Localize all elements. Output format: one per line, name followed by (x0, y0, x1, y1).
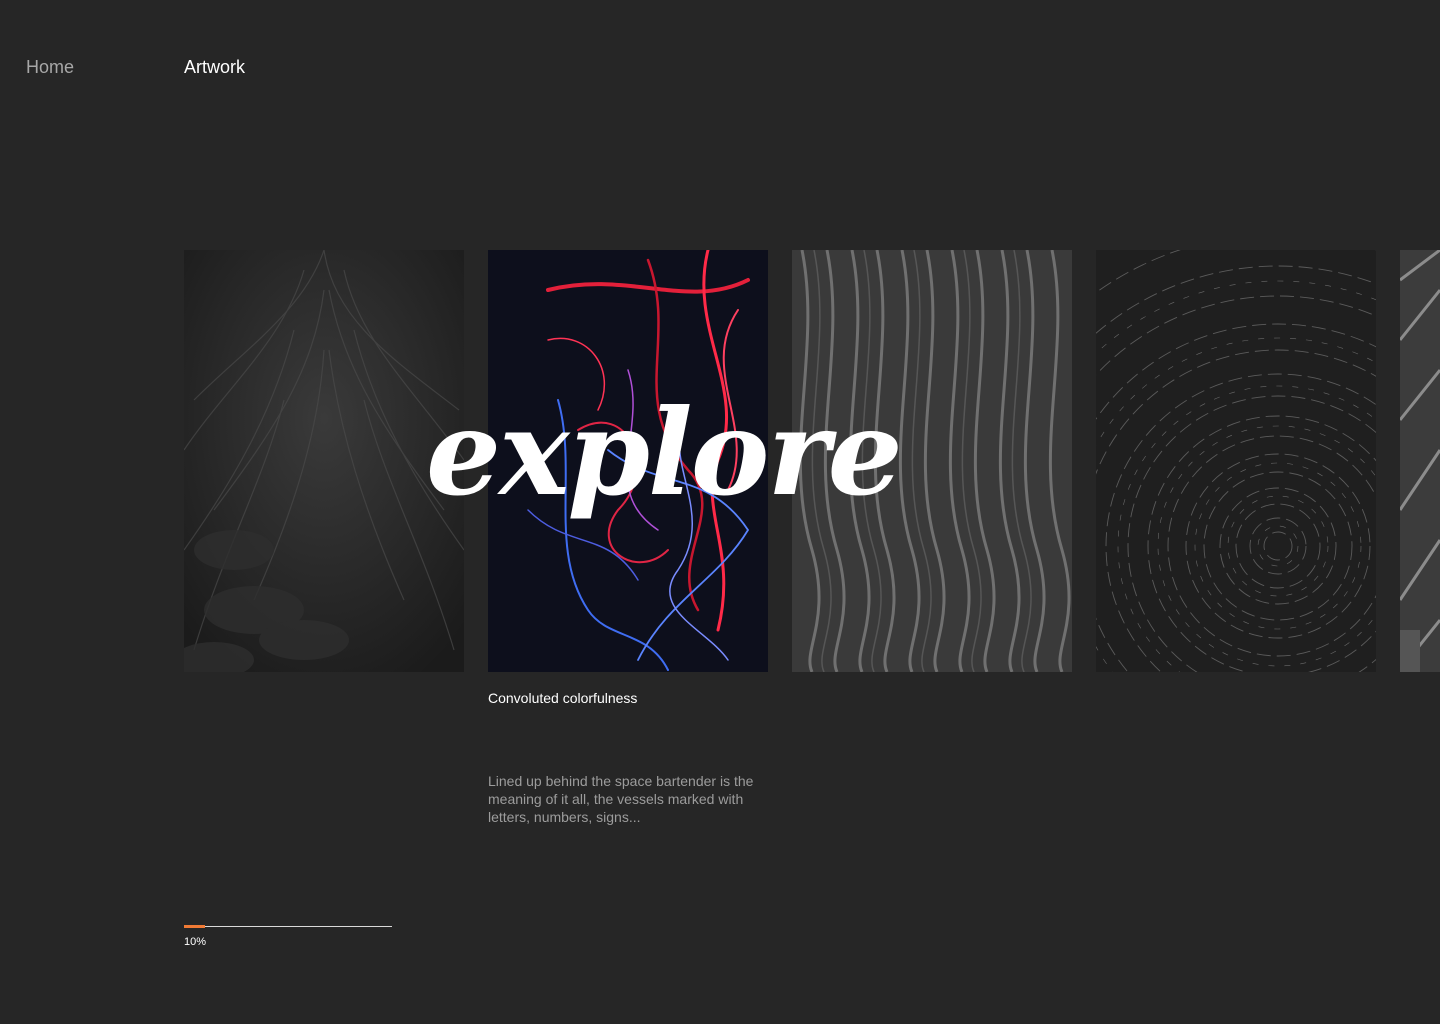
artwork-card-light-trails[interactable] (488, 250, 768, 672)
progress-label: 10% (184, 936, 207, 948)
artwork-card-wavy-lines[interactable] (792, 250, 1072, 672)
artwork-card-dark-feather[interactable] (184, 250, 464, 672)
progress-track (184, 926, 392, 927)
nav-home-link[interactable]: Home (26, 56, 74, 78)
artwork-card-star-trails[interactable] (1096, 250, 1376, 672)
scroll-progress-bar (184, 925, 392, 928)
artwork-description: Lined up behind the space bartender is t… (488, 773, 754, 825)
light-trails-image (488, 250, 768, 672)
star-trails-image (1096, 250, 1376, 672)
artwork-page: Home Artwork explore Convoluted colorful… (0, 0, 1440, 1024)
dark-feather-image (184, 250, 464, 672)
artwork-card-partial[interactable] (1400, 250, 1440, 672)
artwork-gallery (184, 250, 1440, 672)
nav-artwork-link[interactable]: Artwork (184, 56, 245, 78)
artwork-title: Convoluted colorfulness (488, 690, 638, 706)
partial-artwork-image (1400, 250, 1440, 672)
wavy-lines-image (792, 250, 1072, 672)
progress-fill (184, 925, 205, 928)
